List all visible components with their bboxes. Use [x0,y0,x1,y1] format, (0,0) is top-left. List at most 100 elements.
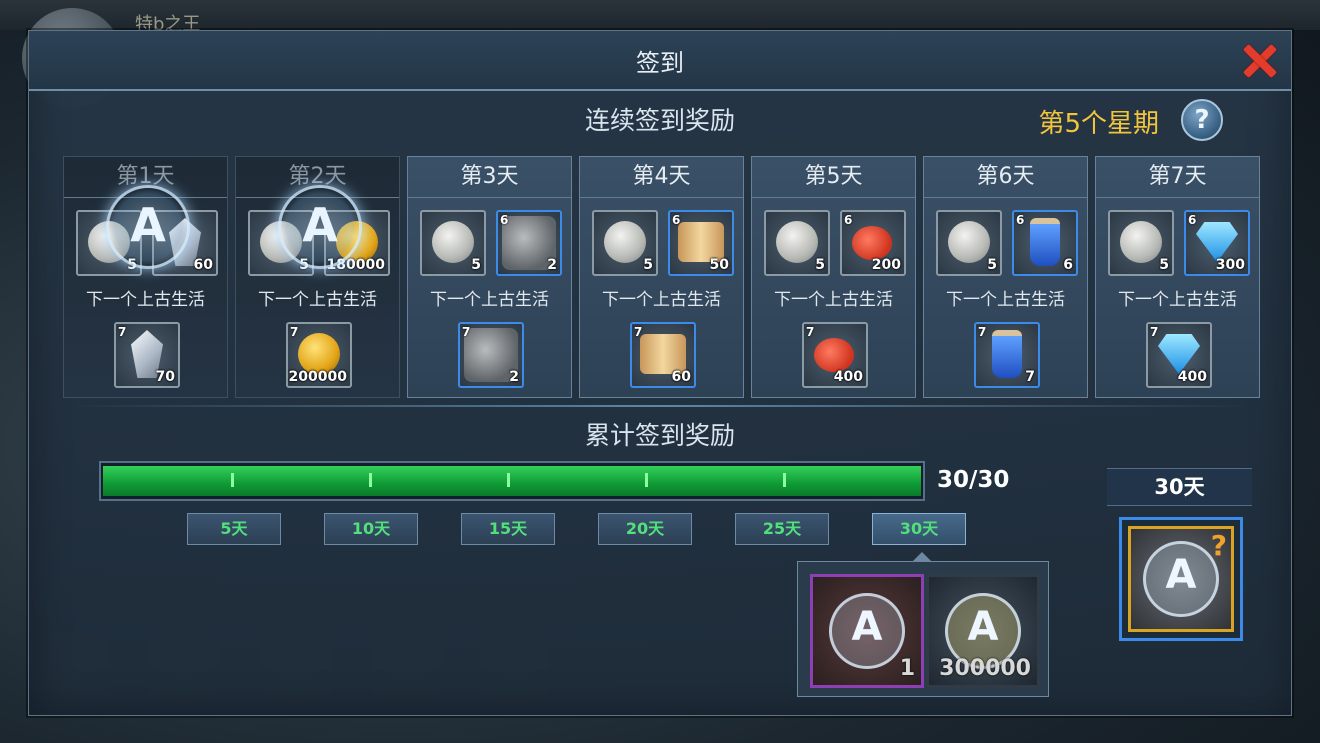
reward-slot[interactable]: 5 [764,210,830,276]
reward-slot[interactable]: 7 70 [114,322,180,388]
item-grade: 7 [462,325,471,339]
milestone-button[interactable]: 5天 [187,513,281,545]
progress-tick [231,473,234,487]
milestone-button[interactable]: 30天 [872,513,966,545]
day-card-7[interactable]: 第7天 5 6 300 下一个上古生活 7 400 [1095,156,1260,398]
day-label: 第4天 [580,157,743,198]
reward-count: 1 [899,656,915,681]
item-grade: 7 [118,325,127,339]
milestone-button[interactable]: 25天 [735,513,829,545]
reward-slot[interactable]: 5 [420,210,486,276]
close-button[interactable] [1241,43,1277,79]
reward-slot[interactable]: 6 200 [840,210,906,276]
milestone-button[interactable]: 10天 [324,513,418,545]
final-reward-slot[interactable]: ? [1119,517,1243,641]
meat-icon [814,338,854,372]
item-grade: 7 [634,325,643,339]
day-label: 第5天 [752,157,915,198]
question-mark-icon: ? [1210,529,1227,562]
reward-slot[interactable]: 6 300 [1184,210,1250,276]
locked-mark-icon [1143,541,1219,617]
item-grade: 6 [500,213,509,227]
next-reward-label: 下一个上古生活 [1118,290,1237,310]
item-grade: 7 [1150,325,1159,339]
reward-slot-chest[interactable]: 1 [810,574,924,688]
item-grade: 6 [672,213,681,227]
next-reward-label: 下一个上古生活 [602,290,721,310]
item-grade: 6 [1188,213,1197,227]
week-label: 第5个星期 [1038,109,1159,139]
reward-slot[interactable]: 7 200000 [286,322,352,388]
final-reward-label: 30天 [1107,468,1252,506]
day-card-1[interactable]: 第1天560下一个上古生活770 [63,156,228,398]
silver-coin-icon [776,221,818,263]
progress-tick [783,473,786,487]
progress-bar [99,461,925,501]
reward-slot[interactable]: 7 60 [630,322,696,388]
item-count: 5 [815,257,825,273]
progress-fill [103,466,921,496]
divider [69,405,1251,407]
mystery-scroll-icon: ? [1128,526,1234,632]
milestone-button[interactable]: 15天 [461,513,555,545]
next-reward-label: 下一个上古生活 [774,290,893,310]
reward-slot[interactable]: 5 [592,210,658,276]
item-count: 5 [471,257,481,273]
potion-icon [992,330,1022,378]
item-grade: 7 [806,325,815,339]
checkin-dialog: 签到 连续签到奖励 第5个星期 ? 第1天560下一个上古生活770第2天518… [28,30,1292,716]
silver-coin-icon [432,221,474,263]
item-count: 60 [671,369,691,385]
silver-coin-icon [604,221,646,263]
day-card-4[interactable]: 第4天 5 6 50 下一个上古生活 7 60 [579,156,744,398]
next-reward-label: 下一个上古生活 [258,290,377,310]
day-label: 第6天 [924,157,1087,198]
item-count: 400 [833,369,863,385]
diamond-icon [1196,222,1238,262]
potion-icon [1030,218,1060,266]
reward-slot[interactable]: 77 [974,322,1040,388]
scroll-icon [640,334,686,374]
item-grade: 6 [1016,213,1025,227]
milestone-button[interactable]: 20天 [598,513,692,545]
item-count: 7 [1025,369,1035,385]
locked-mark-icon [829,593,905,669]
title-bar: 签到 [29,31,1291,91]
item-count: 6 [1063,257,1073,273]
item-count: 400 [1177,369,1207,385]
item-count: 2 [547,257,557,273]
next-reward-label: 下一个上古生活 [86,290,205,310]
item-count: 60 [193,257,213,273]
meat-icon [852,226,892,260]
item-count: 5 [1159,257,1169,273]
help-icon[interactable]: ? [1181,99,1223,141]
cumulative-rewards-title: 累计签到奖励 [584,421,735,450]
reward-slot-gold[interactable]: 300000 [926,574,1040,688]
item-count: 300 [1215,257,1245,273]
item-count: 5 [987,257,997,273]
item-grade: 6 [844,213,853,227]
day-card-3[interactable]: 第3天 5 6 2 下一个上古生活 7 2 [407,156,572,398]
reward-slot[interactable]: 6 50 [668,210,734,276]
milestone-reward-popup: 1 300000 [797,552,1049,697]
day-card-5[interactable]: 第5天 5 6 200 下一个上古生活 7 400 [751,156,916,398]
reward-slot[interactable]: 66 [1012,210,1078,276]
reward-count: 300000 [939,656,1031,681]
item-count: 5 [643,257,653,273]
day-label: 第3天 [408,157,571,198]
reward-slot[interactable]: 7 400 [802,322,868,388]
day-card-2[interactable]: 第2天5180000下一个上古生活7200000 [235,156,400,398]
progress-tick [645,473,648,487]
progress-tick [369,473,372,487]
progress-tick [507,473,510,487]
claimed-stamp-icon [106,185,190,269]
item-count: 70 [155,369,175,385]
item-count: 50 [709,257,729,273]
reward-slot[interactable]: 7 400 [1146,322,1212,388]
reward-slot[interactable]: 5 [936,210,1002,276]
day-card-6[interactable]: 第6天 5 6 6 下一个上古生活 7 7 [923,156,1088,398]
reward-slot[interactable]: 72 [458,322,524,388]
reward-slot[interactable]: 62 [496,210,562,276]
reward-slot[interactable]: 5 [1108,210,1174,276]
day-label: 第7天 [1096,157,1259,198]
